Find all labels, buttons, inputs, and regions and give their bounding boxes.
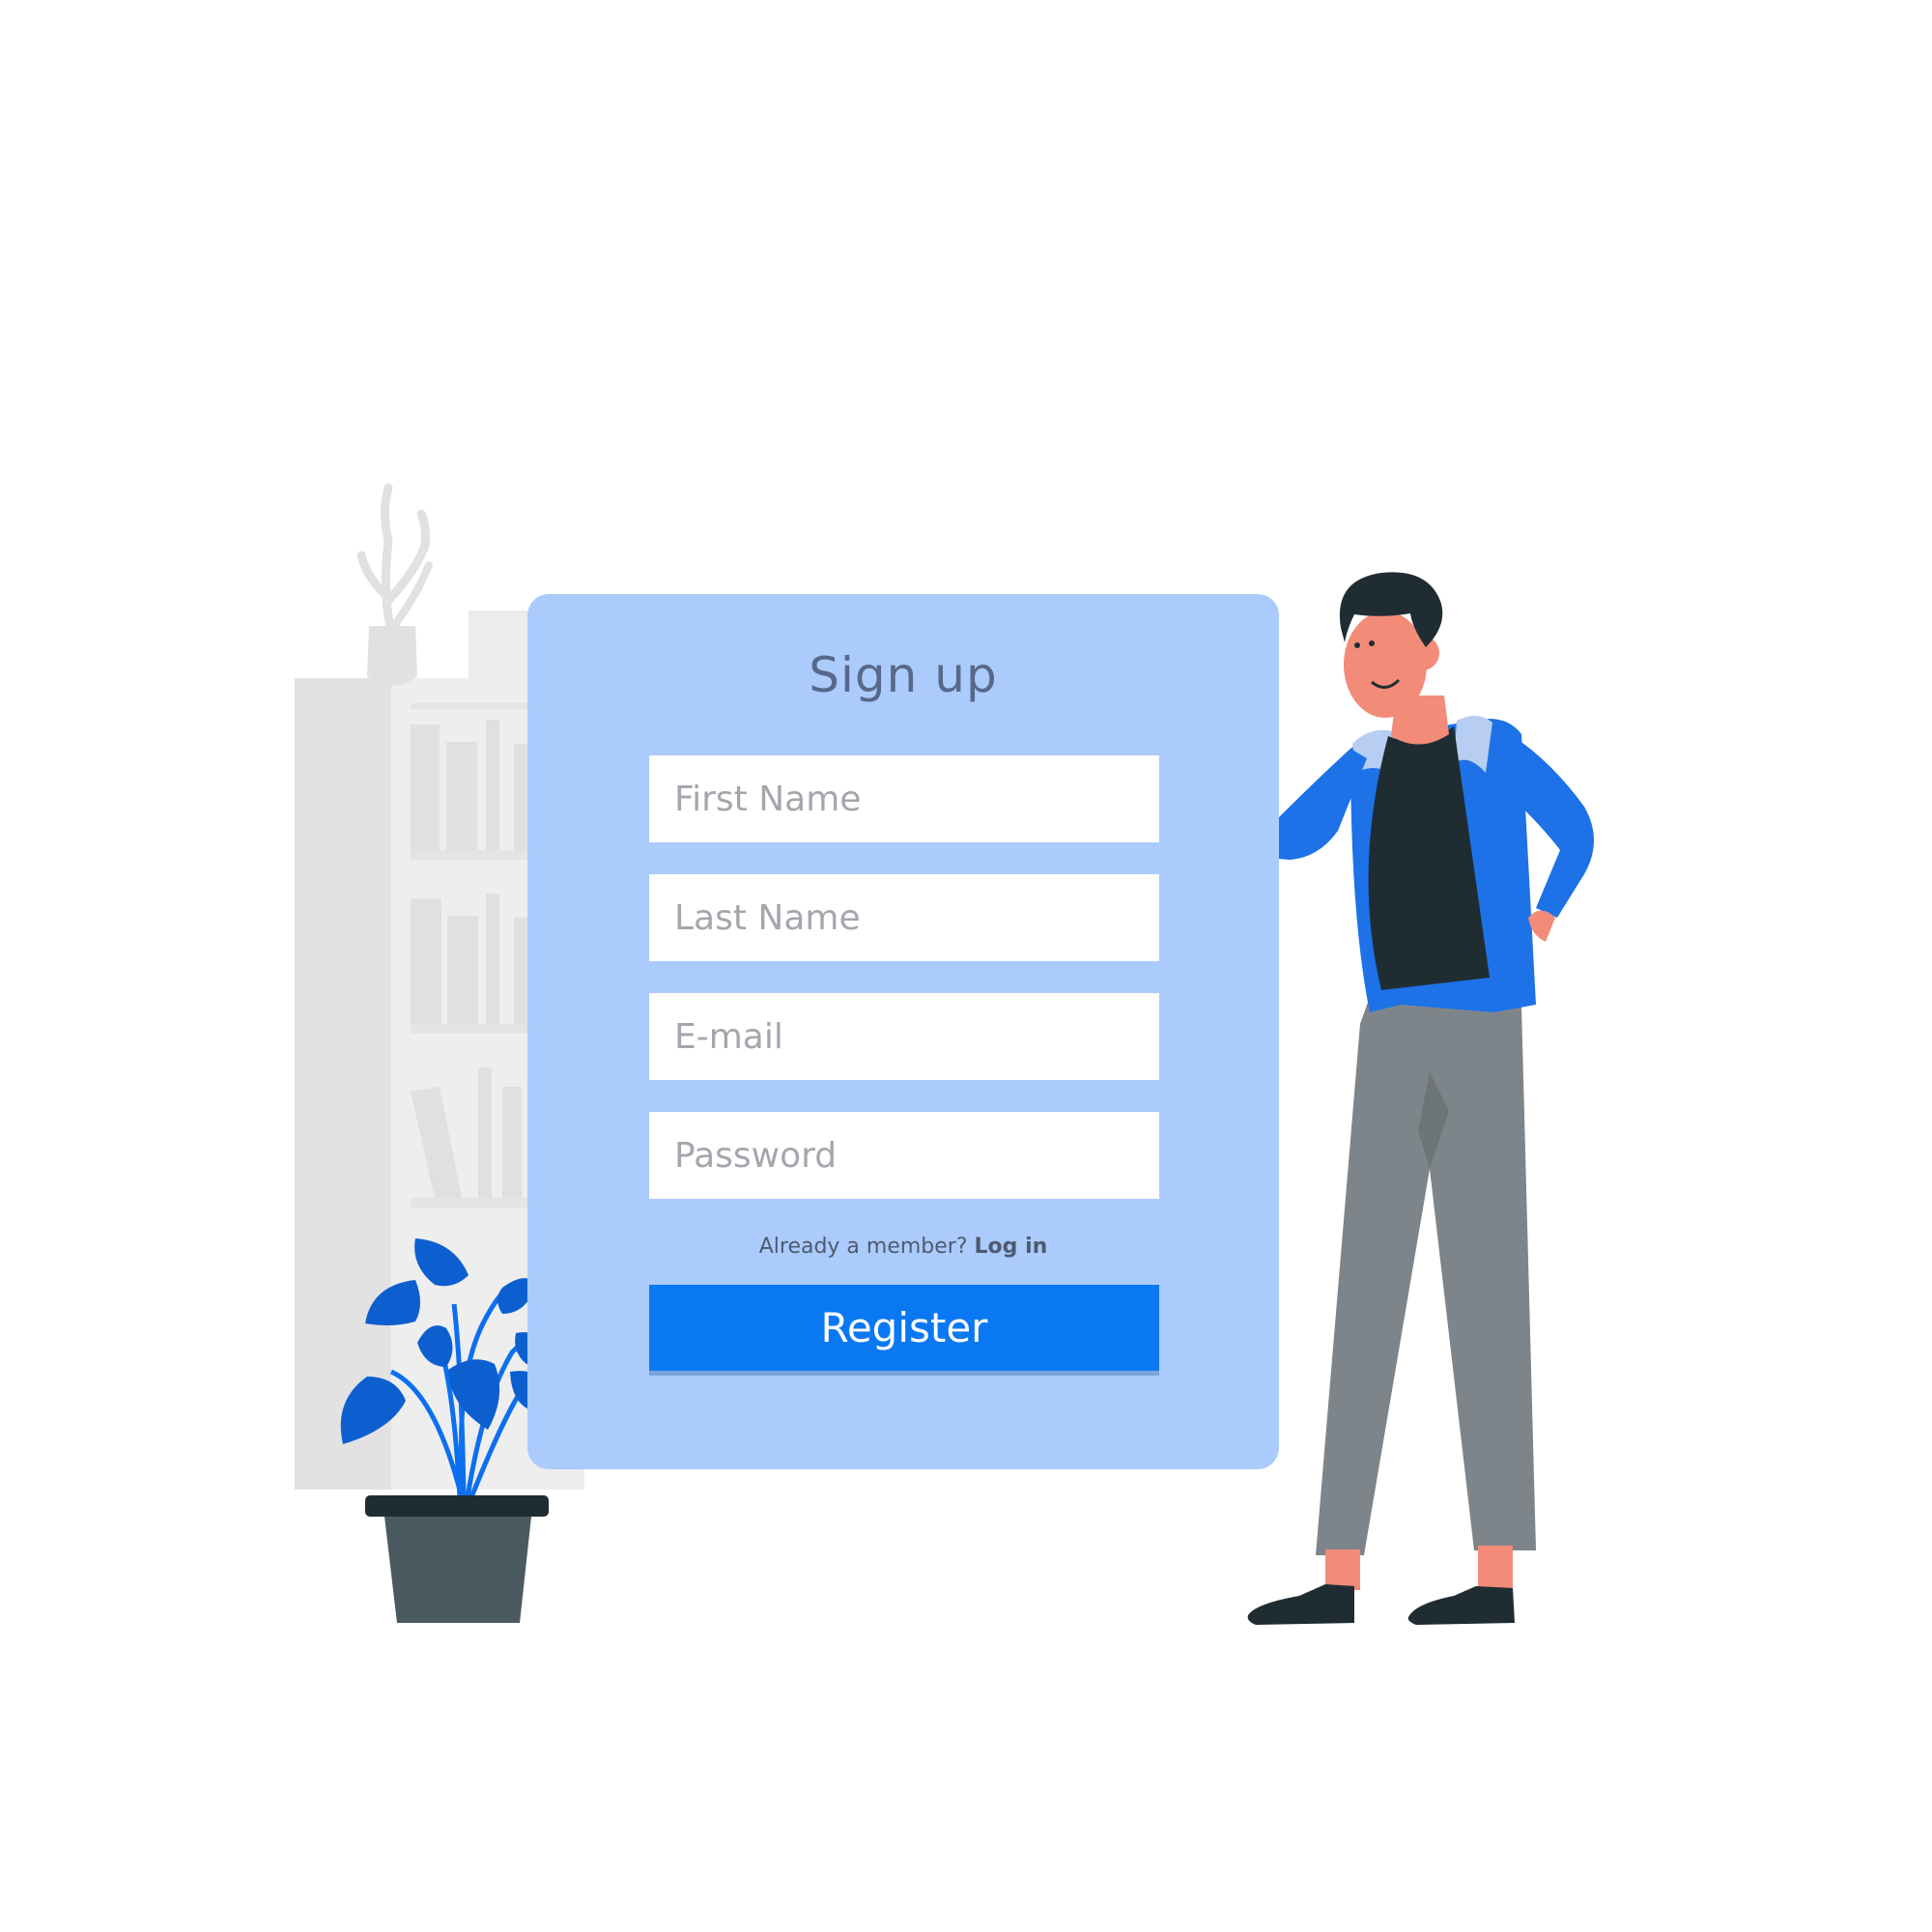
- password-field[interactable]: [649, 1112, 1159, 1199]
- register-button[interactable]: Register: [649, 1285, 1159, 1376]
- first-name-field[interactable]: [649, 755, 1159, 842]
- login-prompt-row: Already a member? Log in: [527, 1235, 1279, 1259]
- last-name-field[interactable]: [649, 874, 1159, 961]
- login-link[interactable]: Log in: [975, 1235, 1048, 1259]
- login-prompt-text: Already a member?: [758, 1235, 968, 1259]
- page-title: Sign up: [809, 647, 998, 703]
- email-field[interactable]: [649, 993, 1159, 1080]
